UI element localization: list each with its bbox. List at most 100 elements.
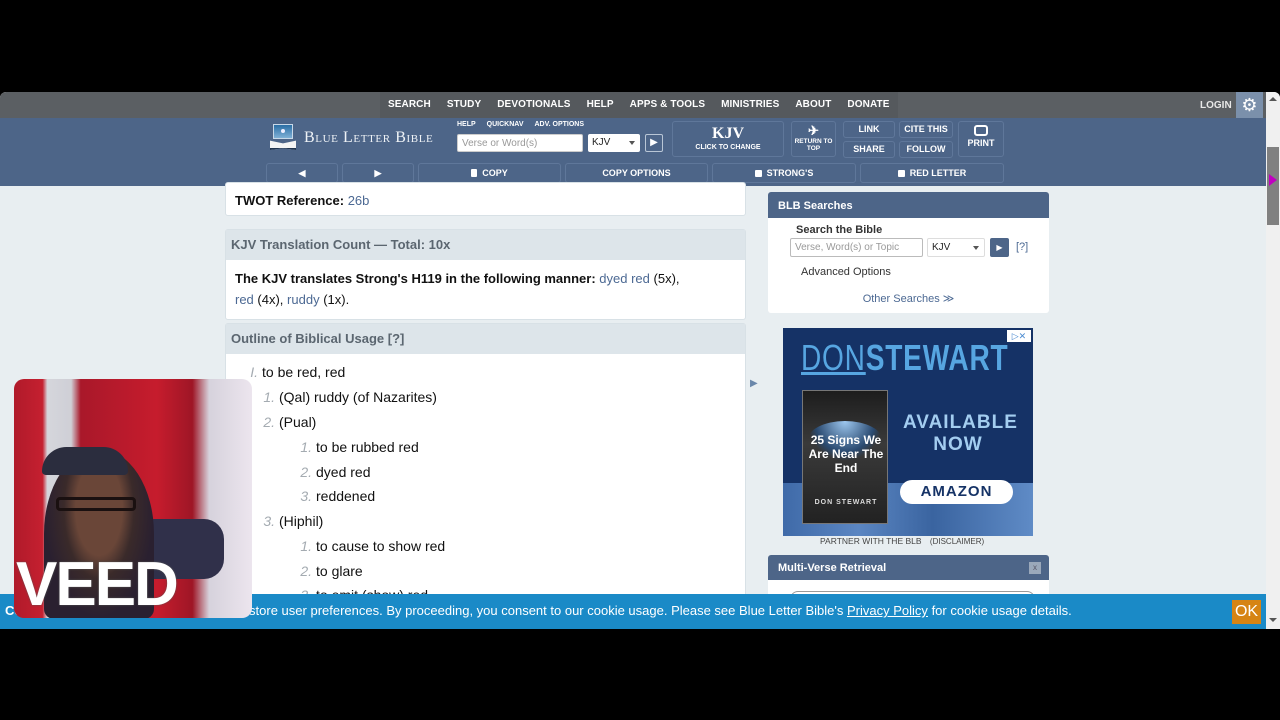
version-change-button[interactable]: KJV CLICK TO CHANGE <box>672 121 784 157</box>
version-title: KJV <box>712 125 744 142</box>
page-scrollbar[interactable] <box>1266 92 1280 629</box>
copy-button[interactable]: COPY <box>418 163 561 183</box>
print-button[interactable]: PRINT <box>958 121 1004 157</box>
sidebar-search-go-button[interactable]: ▶ <box>990 238 1009 257</box>
translation-count: (1x). <box>323 292 350 307</box>
translation-count: (5x), <box>653 271 680 286</box>
site-logo[interactable]: Blue Letter Bible <box>270 124 433 152</box>
bible-logo-icon <box>270 124 296 152</box>
outline-text: reddened <box>316 488 376 504</box>
disclaimer-link[interactable]: (DISCLAIMER) <box>930 537 984 546</box>
translation-link[interactable]: dyed red <box>599 271 650 286</box>
search-sublinks: HELP QUICKNAV ADV. OPTIONS <box>457 121 584 128</box>
outline-number: 2. <box>300 563 312 579</box>
link-button[interactable]: LINK <box>843 121 895 138</box>
copy-label: COPY <box>482 168 508 178</box>
next-button[interactable]: ▶ <box>342 163 414 183</box>
login-link[interactable]: LOGIN <box>1200 100 1232 111</box>
follow-button[interactable]: FOLLOW <box>899 141 953 158</box>
return-to-top-button[interactable]: ✈ RETURN TO TOP <box>791 121 836 157</box>
outline-item: 1. (Qal) ruddy (of Nazarites) <box>259 389 437 405</box>
outline-number: 2. <box>300 464 312 480</box>
bible-search-input[interactable]: Verse, Word(s) or Topic <box>790 238 923 257</box>
previous-button[interactable]: ◀ <box>266 163 338 183</box>
outline-number: 3. <box>300 488 312 504</box>
checkbox-icon <box>897 170 905 177</box>
multi-verse-title: Multi-Verse Retrieval <box>768 555 1049 580</box>
sidebar-version-value: KJV <box>932 242 951 253</box>
outline-item: 3. reddened <box>294 488 375 504</box>
privacy-policy-link[interactable]: Privacy Policy <box>847 603 928 618</box>
translation-count: (4x), <box>257 292 284 307</box>
translation-count-title: KJV Translation Count — Total: 10x <box>226 230 745 260</box>
sidebar-version-select[interactable]: KJV <box>927 238 985 257</box>
menu-apps-tools[interactable]: APPS & TOOLS <box>622 92 713 118</box>
dropdown-caret-icon <box>629 141 635 145</box>
cite-this-button[interactable]: CITE THIS <box>899 121 953 138</box>
outline-text: to cause to show red <box>316 538 446 554</box>
scroll-up-arrow-icon[interactable] <box>1269 97 1277 101</box>
share-button[interactable]: SHARE <box>843 141 895 158</box>
twot-link[interactable]: 26b <box>348 193 370 208</box>
red-letter-label: RED LETTER <box>909 168 967 178</box>
menu-help[interactable]: HELP <box>579 92 622 118</box>
gear-icon[interactable]: ⚙ <box>1236 92 1263 118</box>
verse-search-input[interactable]: Verse or Word(s) <box>457 134 583 152</box>
outline-item: 2. dyed red <box>294 464 370 480</box>
outline-card: Outline of Biblical Usage [?] I. to be re… <box>225 323 746 629</box>
advanced-options-link[interactable]: Advanced Options <box>801 266 891 278</box>
outline-item: 1. to cause to show red <box>294 538 445 554</box>
ad-amazon-button[interactable]: AMAZON <box>900 480 1013 504</box>
twot-card: TWOT Reference: 26b <box>225 182 746 216</box>
plane-icon: ✈ <box>808 123 819 138</box>
quicknav-link[interactable]: QUICKNAV <box>487 121 524 128</box>
outline-text: dyed red <box>316 464 371 480</box>
version-subtitle: CLICK TO CHANGE <box>695 144 761 151</box>
version-select[interactable]: KJV <box>588 134 640 152</box>
dropdown-caret-icon <box>973 246 979 250</box>
menu-study[interactable]: STUDY <box>439 92 489 118</box>
outline-title[interactable]: Outline of Biblical Usage [?] <box>226 324 745 354</box>
outline-text: to be rubbed red <box>316 439 419 455</box>
translation-link[interactable]: ruddy <box>287 292 320 307</box>
outline-number: 1. <box>300 439 312 455</box>
other-searches-toggle[interactable]: Other Searches ≫ <box>768 292 1049 305</box>
strongs-label: STRONG'S <box>766 168 814 178</box>
blb-searches-title: BLB Searches <box>768 192 1049 218</box>
ad-book-author: DON STEWART <box>814 499 878 506</box>
menu-search[interactable]: SEARCH <box>380 92 439 118</box>
outline-text: to be red, red <box>262 364 346 380</box>
search-go-button[interactable]: ▶ <box>645 134 663 152</box>
translation-link[interactable]: red <box>235 292 254 307</box>
help-link[interactable]: HELP <box>457 121 476 128</box>
site-header: Blue Letter Bible HELP QUICKNAV ADV. OPT… <box>0 118 1266 186</box>
menu-about[interactable]: ABOUT <box>787 92 839 118</box>
version-select-value: KJV <box>592 137 611 148</box>
ad-available-text: AVAILABLE NOW <box>903 412 1018 455</box>
copy-options-button[interactable]: COPY OPTIONS <box>565 163 708 183</box>
ad-book-cover: 25 Signs We Are Near The End DON STEWART <box>802 390 888 524</box>
search-help-link[interactable]: [?] <box>1016 241 1028 253</box>
play-arrow-icon: ▶ <box>996 243 1003 252</box>
cookie-ok-button[interactable]: OK <box>1232 600 1261 624</box>
print-label: PRINT <box>967 138 995 148</box>
outline-item: 3. (Hiphil) <box>259 513 323 529</box>
close-icon[interactable]: x <box>1029 562 1041 574</box>
menu-devotionals[interactable]: DEVOTIONALS <box>489 92 578 118</box>
red-letter-toggle[interactable]: RED LETTER <box>860 163 1004 183</box>
adv-options-link[interactable]: ADV. OPTIONS <box>535 121 585 128</box>
scrollbar-thumb[interactable] <box>1267 147 1279 225</box>
ad-choices-close-icon[interactable]: ▷✕ <box>1007 330 1031 342</box>
scroll-down-arrow-icon[interactable] <box>1269 618 1277 622</box>
menu-donate[interactable]: DONATE <box>839 92 897 118</box>
expand-right-arrow-icon[interactable]: ▶ <box>750 378 758 389</box>
logo-text: Blue Letter Bible <box>304 129 434 146</box>
translation-count-body: The KJV translates Strong's H119 in the … <box>226 260 745 318</box>
mouse-cursor-icon <box>1269 174 1277 186</box>
advertisement-banner[interactable]: DONSTEWART 25 Signs We Are Near The End … <box>783 328 1033 536</box>
translation-count-card: KJV Translation Count — Total: 10x The K… <box>225 229 746 320</box>
partner-link[interactable]: PARTNER WITH THE BLB <box>820 536 922 546</box>
strongs-toggle[interactable]: STRONG'S <box>712 163 856 183</box>
menu-ministries[interactable]: MINISTRIES <box>713 92 787 118</box>
outline-number: I. <box>250 364 258 380</box>
